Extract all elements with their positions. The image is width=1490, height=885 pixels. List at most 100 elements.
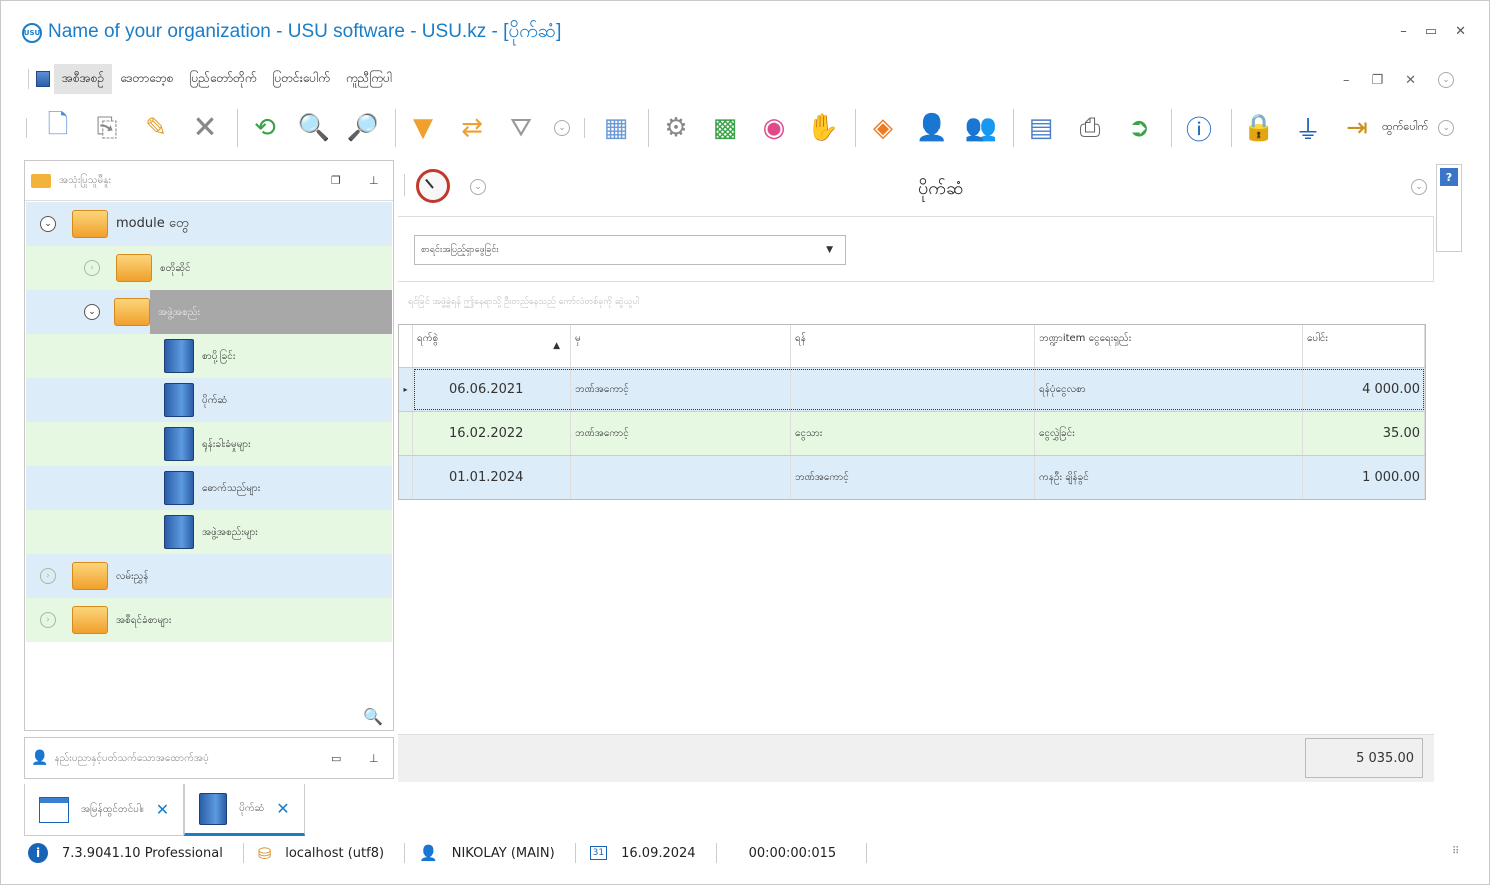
table-row[interactable]: 01.01.2024 ဘဏ်အကောင့် ကနဦး ချိန်ခွင် 1 0…	[399, 455, 1425, 499]
tree-item-label: ပိုက်ဆံ	[202, 394, 228, 406]
search-icon[interactable]: 🔍	[292, 106, 336, 150]
cell-date[interactable]: 16.02.2022	[413, 412, 571, 455]
money-table: ရက်စွဲ ▲ မှ ရန် ဘဏ္ဍာitem ငွေရေးရှည်း ပေ…	[398, 324, 1426, 500]
clock-icon[interactable]	[416, 169, 450, 203]
col-item[interactable]: ဘဏ္ဍာitem ငွေရေးရှည်း	[1035, 325, 1303, 367]
book-icon	[164, 383, 194, 417]
refresh-icon[interactable]: ⟲	[243, 106, 287, 150]
exit-door-icon[interactable]: ⇥	[1335, 106, 1379, 150]
tree-item-organization[interactable]: ⌄ အဖွဲ့အစည်း	[26, 290, 392, 334]
filter-clear-icon[interactable]: ⛛	[499, 106, 543, 150]
add-record-icon[interactable]: 🗋	[36, 106, 80, 150]
float-panel-icon[interactable]: ❐	[331, 174, 341, 187]
grid-layout-icon[interactable]: ▦	[594, 106, 638, 150]
close-icon[interactable]: ✕	[1455, 24, 1466, 39]
col-amount[interactable]: ပေါင်း	[1303, 325, 1425, 367]
col-date[interactable]: ရက်စွဲ ▲	[413, 325, 571, 367]
pin-icon[interactable]: ⊥	[369, 174, 379, 187]
mdi-close-icon[interactable]: ✕	[1405, 73, 1416, 88]
table-row[interactable]: 16.02.2022 ဘဏ်အကောင့် ငွေသား ငွေလွှဲခြင်…	[399, 411, 1425, 455]
cell-to[interactable]	[791, 368, 1035, 411]
help-icon[interactable]: ?	[1440, 168, 1458, 186]
resize-grip-icon[interactable]: ⠿	[1452, 846, 1459, 857]
advanced-search-icon[interactable]: 🔎	[341, 106, 385, 150]
cell-amount[interactable]: 1 000.00	[1303, 456, 1425, 499]
folder-icon	[31, 173, 51, 188]
tab-close-icon[interactable]: ✕	[276, 799, 289, 818]
filter-icon[interactable]: ▼	[401, 106, 445, 150]
expand-icon[interactable]: ›	[40, 612, 56, 628]
expand-icon[interactable]: ›	[84, 260, 100, 276]
menu-help[interactable]: ကူညီကြပါ	[338, 64, 400, 94]
table-row[interactable]: ▸ 06.06.2021 ဘဏ်အကောင့် ရန်ပုံငွေလစာ 4 0…	[399, 367, 1425, 411]
cell-from[interactable]: ဘဏ်အကောင့်	[571, 368, 791, 411]
map-icon[interactable]: ▩	[703, 106, 747, 150]
minimize-icon[interactable]: –	[1400, 24, 1407, 39]
mdi-restore-icon[interactable]: ❐	[1371, 73, 1383, 88]
cell-date[interactable]: 06.06.2021	[413, 368, 571, 411]
expand-icon[interactable]: ›	[40, 568, 56, 584]
tree-item-reports[interactable]: › အစီရင်ခံစာများ	[26, 598, 392, 642]
toolbar-collapse-icon[interactable]: ⌄	[554, 120, 570, 136]
collapse-icon[interactable]: ⌄	[40, 216, 56, 232]
maximize-panel-icon[interactable]: ▭	[331, 752, 341, 765]
help-side-panel[interactable]: ?	[1436, 164, 1462, 252]
delete-record-icon[interactable]: 🗙	[183, 106, 227, 150]
col-to[interactable]: ရန်	[791, 325, 1035, 367]
lock-icon[interactable]: 🔒	[1237, 106, 1281, 150]
cell-date[interactable]: 01.01.2024	[413, 456, 571, 499]
tree-item-mailing[interactable]: စာပို့ခြင်း	[26, 334, 392, 378]
color-wheel-icon[interactable]: ◉	[752, 106, 796, 150]
col-from[interactable]: မှ	[571, 325, 791, 367]
cell-item[interactable]: ရန်ပုံငွေလစာ	[1035, 368, 1303, 411]
users-group-icon[interactable]: 👥	[959, 106, 1003, 150]
tab-close-icon[interactable]: ✕	[156, 800, 169, 819]
cell-item[interactable]: ငွေလွှဲခြင်း	[1035, 412, 1303, 455]
user-settings-icon[interactable]: 👤	[910, 106, 954, 150]
hand-icon[interactable]: ✋	[801, 106, 845, 150]
toolbar-separator	[648, 109, 649, 147]
cell-from[interactable]	[571, 456, 791, 499]
dropdown-arrow-icon[interactable]: ▼	[826, 245, 833, 255]
tree-item-clients[interactable]: ဓောက်သည်များ	[26, 466, 392, 510]
toolbar-collapse-icon-2[interactable]: ⌄	[1438, 120, 1455, 136]
header-collapse-icon[interactable]: ⌄	[470, 179, 486, 195]
tab-money[interactable]: ပိုက်ဆံ ✕	[184, 784, 305, 836]
menu-database[interactable]: ဒေတာဘေ့စ	[112, 64, 181, 94]
tab-quick-launch[interactable]: အမြန်ထွင်တင်ပါ။ ✕	[24, 784, 185, 836]
cell-item[interactable]: ကနဦး ချိန်ခွင်	[1035, 456, 1303, 499]
pin-icon[interactable]: ⊥	[369, 752, 379, 765]
tree-item-resistance[interactable]: ရုန်းခါးခံမှုများ	[26, 422, 392, 466]
tree-item-organizations[interactable]: အဖွဲ့အစည်းများ	[26, 510, 392, 554]
cell-amount[interactable]: 4 000.00	[1303, 368, 1425, 411]
table-icon[interactable]: ▤	[1019, 106, 1063, 150]
cell-to[interactable]: ငွေသား	[791, 412, 1035, 455]
menu-search-icon[interactable]: 🔍	[363, 707, 383, 726]
collapse-icon[interactable]: ⌄	[84, 304, 100, 320]
copy-record-icon[interactable]: ⎘	[85, 106, 129, 150]
info-icon[interactable]: ⓘ	[1177, 106, 1221, 150]
tree-item-store[interactable]: › စတိုဆိုင်	[26, 246, 392, 290]
tree-item-money[interactable]: ပိုက်ဆံ	[26, 378, 392, 422]
menu-reports[interactable]: ပြည်တော်တိုက်	[181, 64, 264, 94]
print-icon[interactable]: ⎙	[1068, 106, 1112, 150]
edit-record-icon[interactable]: ✎	[134, 106, 178, 150]
settings-gear-icon[interactable]: ⚙	[654, 106, 698, 150]
cell-amount[interactable]: 35.00	[1303, 412, 1425, 455]
collapse-circle-icon[interactable]: ⌄	[1438, 72, 1454, 88]
cell-to[interactable]: ဘဏ်အကောင့်	[791, 456, 1035, 499]
cell-from[interactable]: ဘဏ်အကောင့်	[571, 412, 791, 455]
filter-move-icon[interactable]: ⇄	[450, 106, 494, 150]
full-search-combo[interactable]: စာရင်းအပြည့်ရှာဖွေခြင်း ▼	[414, 235, 846, 265]
mdi-minimize-icon[interactable]: –	[1343, 73, 1350, 88]
tree-item-modules[interactable]: ⌄ module တွေ	[26, 202, 392, 246]
tree-item-directory[interactable]: › လမ်းညွှန်	[26, 554, 392, 598]
menu-program[interactable]: အစီအစဉ်	[54, 64, 113, 94]
menu-window[interactable]: ပြတင်းပေါက်	[265, 64, 338, 94]
go-forward-icon[interactable]: ➲	[1117, 106, 1161, 150]
plug-icon[interactable]: ⏚	[1286, 106, 1330, 150]
rss-icon[interactable]: ◈	[861, 106, 905, 150]
exit-button-label[interactable]: ထွက်ပေါက်	[1382, 120, 1428, 136]
header-collapse-right-icon[interactable]: ⌄	[1411, 179, 1427, 195]
maximize-icon[interactable]: ▭	[1425, 24, 1437, 39]
